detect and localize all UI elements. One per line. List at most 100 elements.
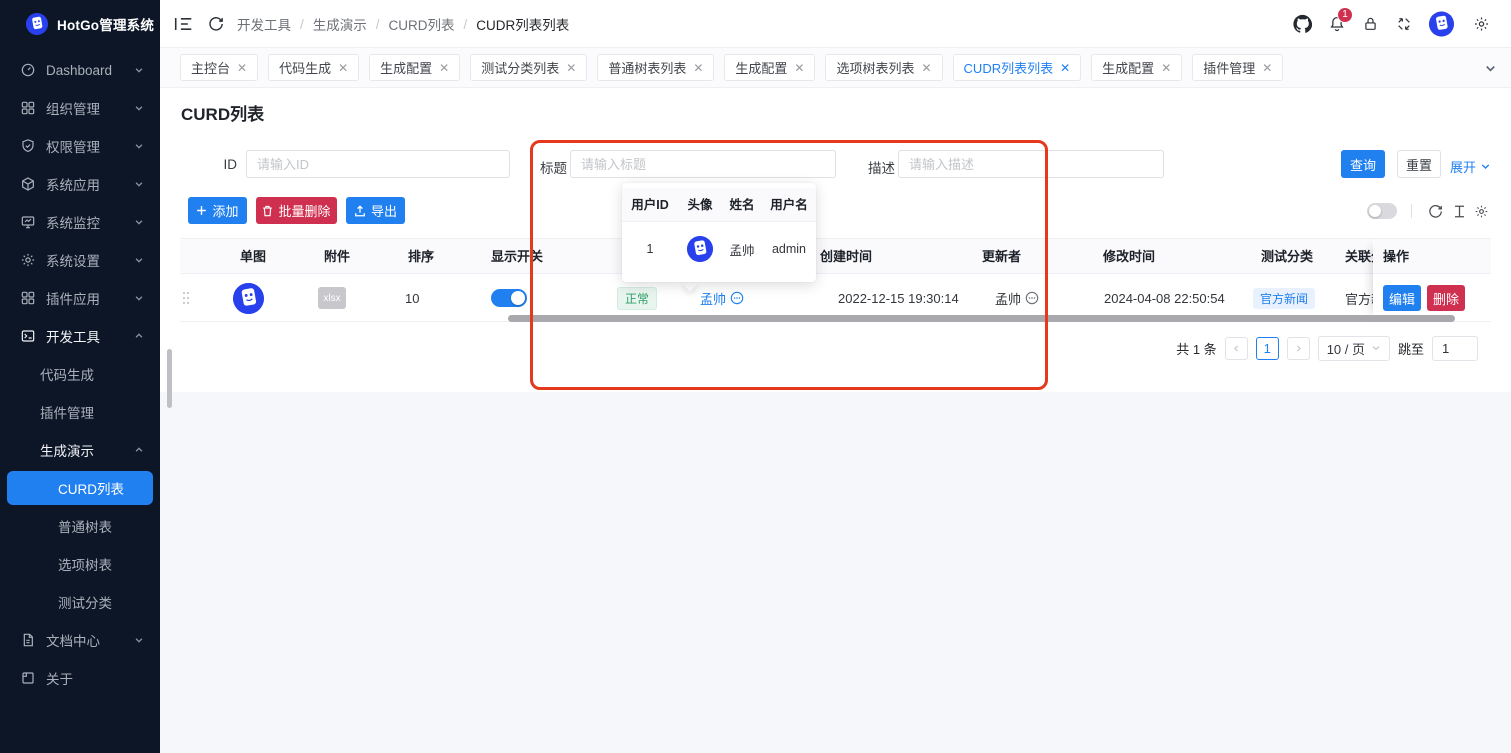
close-icon[interactable]: ✕ bbox=[921, 62, 931, 74]
plus-icon bbox=[196, 205, 207, 216]
close-icon[interactable]: ✕ bbox=[439, 62, 449, 74]
brand-title: HotGo管理系统 bbox=[57, 14, 154, 34]
tab-gen-config-1[interactable]: 生成配置✕ bbox=[369, 54, 460, 81]
breadcrumb-item[interactable]: CURD列表 bbox=[389, 14, 455, 34]
page-title: CURD列表 bbox=[181, 100, 264, 125]
desc-filter-input[interactable] bbox=[898, 150, 1164, 178]
column-header-image[interactable]: 单图 bbox=[240, 239, 266, 275]
row-attachment-chip[interactable]: xlsx bbox=[318, 274, 346, 322]
breadcrumb-item[interactable]: 开发工具 bbox=[237, 14, 291, 34]
close-icon[interactable]: ✕ bbox=[1060, 62, 1070, 74]
expand-link[interactable]: 展开 bbox=[1450, 157, 1491, 176]
tab-test-category-list[interactable]: 测试分类列表✕ bbox=[470, 54, 587, 81]
vertical-scrollbar-thumb[interactable] bbox=[167, 349, 172, 408]
export-icon bbox=[354, 205, 366, 217]
column-header-sort[interactable]: 排序 bbox=[408, 239, 434, 275]
chevron-down-icon bbox=[134, 255, 144, 265]
tab-cudr-list-active[interactable]: CUDR列表列表✕ bbox=[953, 54, 1082, 81]
sidebar-item-test-category[interactable]: 测试分类 bbox=[0, 583, 160, 621]
page-size-select[interactable]: 10 / 页 bbox=[1318, 336, 1390, 361]
updater-link[interactable]: 孟帅 bbox=[995, 289, 1039, 308]
page-number-button[interactable]: 1 bbox=[1256, 337, 1279, 360]
prev-page-button[interactable] bbox=[1225, 337, 1248, 360]
sidebar-item-org[interactable]: 组织管理 bbox=[0, 89, 160, 127]
creator-link[interactable]: 孟帅 bbox=[700, 289, 744, 308]
table-density-icon[interactable] bbox=[1452, 204, 1467, 219]
lock-icon[interactable] bbox=[1362, 15, 1379, 32]
reset-button[interactable]: 重置 bbox=[1397, 150, 1441, 178]
sidebar-item-code-gen[interactable]: 代码生成 bbox=[0, 355, 160, 393]
jump-label: 跳至 bbox=[1398, 339, 1424, 358]
sidebar-item-plugin-manage[interactable]: 插件管理 bbox=[0, 393, 160, 431]
tab-list-chevron-down-icon[interactable] bbox=[1484, 48, 1497, 88]
title-filter-input[interactable] bbox=[570, 150, 836, 178]
close-icon[interactable]: ✕ bbox=[794, 62, 804, 74]
column-header-test-category[interactable]: 测试分类 bbox=[1261, 239, 1313, 275]
sidebar-item-about[interactable]: 关于 bbox=[0, 659, 160, 697]
sidebar-item-settings[interactable]: 系统设置 bbox=[0, 241, 160, 279]
table-settings-gear-icon[interactable] bbox=[1474, 204, 1489, 219]
popover-user-id: 1 bbox=[622, 222, 678, 276]
tab-gen-config-3[interactable]: 生成配置✕ bbox=[1091, 54, 1182, 81]
tab-option-tree-list[interactable]: 选项树表列表✕ bbox=[825, 54, 942, 81]
sidebar-item-permission[interactable]: 权限管理 bbox=[0, 127, 160, 165]
sidebar-item-dashboard[interactable]: Dashboard bbox=[0, 51, 160, 89]
row-image-thumbnail[interactable] bbox=[233, 274, 264, 322]
divider bbox=[1411, 204, 1412, 218]
refresh-icon[interactable] bbox=[208, 16, 224, 32]
batch-delete-button[interactable]: 批量删除 bbox=[256, 197, 337, 224]
sidebar-item-curd-list[interactable]: CURD列表 bbox=[7, 471, 153, 505]
tab-gen-config-2[interactable]: 生成配置✕ bbox=[724, 54, 815, 81]
close-icon[interactable]: ✕ bbox=[338, 62, 348, 74]
breadcrumb-item[interactable]: 生成演示 bbox=[313, 14, 367, 34]
next-page-button[interactable] bbox=[1287, 337, 1310, 360]
tab-plugin-manage[interactable]: 插件管理✕ bbox=[1192, 54, 1283, 81]
pagination-total: 共 1 条 bbox=[1176, 339, 1216, 358]
brand[interactable]: HotGo管理系统 bbox=[0, 0, 160, 48]
close-icon[interactable]: ✕ bbox=[566, 62, 576, 74]
avatar[interactable] bbox=[1429, 11, 1454, 36]
popover-col-avatar: 头像 bbox=[678, 188, 722, 222]
settings-gear-icon[interactable] bbox=[1473, 15, 1490, 32]
table-reload-icon[interactable] bbox=[1428, 204, 1443, 219]
app-root: { "app": { "brand": "HotGo管理系统" }, "topb… bbox=[0, 0, 1511, 753]
tab-console[interactable]: 主控台✕ bbox=[180, 54, 258, 81]
column-header-switch[interactable]: 显示开关 bbox=[491, 239, 543, 275]
table-striped-toggle[interactable] bbox=[1367, 203, 1397, 219]
horizontal-scrollbar-thumb[interactable] bbox=[508, 315, 1455, 322]
sidebar-item-doc-center[interactable]: 文档中心 bbox=[0, 621, 160, 659]
sidebar-item-devtools[interactable]: 开发工具 bbox=[0, 317, 160, 355]
display-toggle[interactable] bbox=[491, 289, 527, 307]
column-header-updated-at[interactable]: 修改时间 bbox=[1103, 239, 1155, 275]
delete-button[interactable]: 删除 bbox=[1427, 285, 1465, 311]
search-button[interactable]: 查询 bbox=[1341, 150, 1385, 178]
close-icon[interactable]: ✕ bbox=[1262, 62, 1272, 74]
notification-bell-icon[interactable]: 1 bbox=[1328, 15, 1346, 33]
drag-handle-icon[interactable] bbox=[182, 274, 190, 322]
jump-page-input[interactable] bbox=[1432, 336, 1478, 361]
export-button[interactable]: 导出 bbox=[346, 197, 405, 224]
sidebar-item-monitor[interactable]: 系统监控 bbox=[0, 203, 160, 241]
tab-code-gen[interactable]: 代码生成✕ bbox=[268, 54, 359, 81]
collapse-menu-icon[interactable] bbox=[174, 16, 193, 32]
chevron-down-icon bbox=[134, 217, 144, 227]
github-icon[interactable] bbox=[1293, 14, 1312, 33]
close-icon[interactable]: ✕ bbox=[693, 62, 703, 74]
sidebar-item-normal-tree[interactable]: 普通树表 bbox=[0, 507, 160, 545]
close-icon[interactable]: ✕ bbox=[1161, 62, 1171, 74]
sidebar-item-system-app[interactable]: 系统应用 bbox=[0, 165, 160, 203]
add-button[interactable]: 添加 bbox=[188, 197, 247, 224]
popover-col-user-id: 用户ID bbox=[622, 188, 678, 222]
close-icon[interactable]: ✕ bbox=[237, 62, 247, 74]
column-header-created-at[interactable]: 创建时间 bbox=[820, 239, 872, 275]
fullscreen-icon[interactable] bbox=[1396, 16, 1412, 32]
sidebar-item-plugin-app[interactable]: 插件应用 bbox=[0, 279, 160, 317]
tab-bar: 主控台✕ 代码生成✕ 生成配置✕ 测试分类列表✕ 普通树表列表✕ 生成配置✕ 选… bbox=[160, 48, 1511, 88]
id-filter-input[interactable] bbox=[246, 150, 510, 178]
edit-button[interactable]: 编辑 bbox=[1383, 285, 1421, 311]
tab-normal-tree-list[interactable]: 普通树表列表✕ bbox=[597, 54, 714, 81]
sidebar-item-gen-demo[interactable]: 生成演示 bbox=[0, 431, 160, 469]
column-header-updater[interactable]: 更新者 bbox=[982, 239, 1021, 275]
column-header-attachment[interactable]: 附件 bbox=[324, 239, 350, 275]
sidebar-item-option-tree[interactable]: 选项树表 bbox=[0, 545, 160, 583]
